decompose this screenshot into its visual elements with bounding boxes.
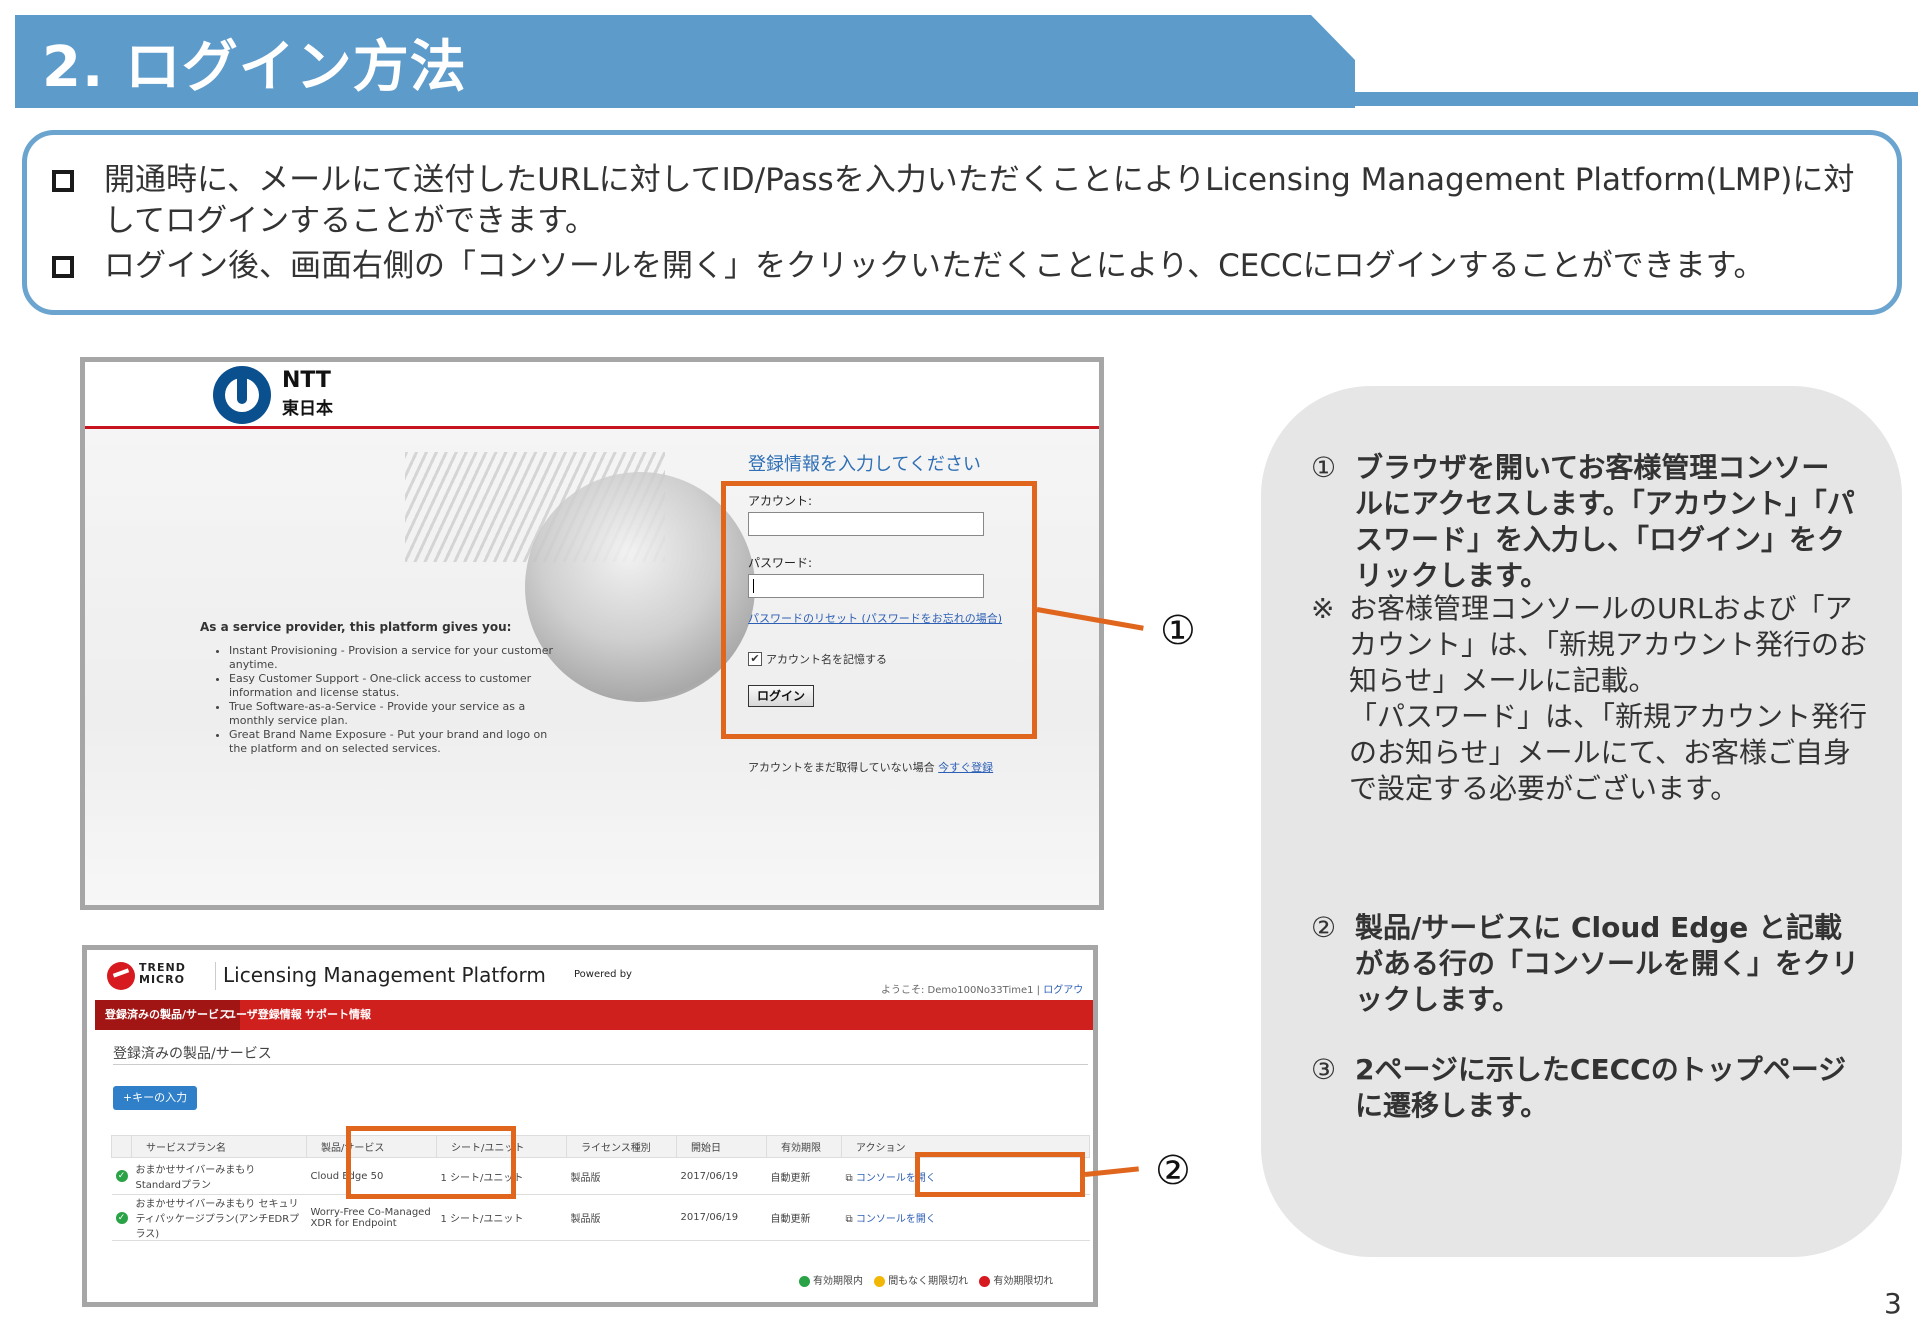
step-3: ③ 2ページに示したCECCのトップページに遷移します。: [1311, 1052, 1866, 1124]
status-cell: ✓: [111, 1194, 132, 1241]
legend-label: 有効期限切れ: [993, 1276, 1054, 1287]
expiry-cell: 自動更新: [766, 1157, 842, 1195]
trend-micro-wordmark: TREND MICRO: [139, 961, 186, 986]
section-divider: [113, 1064, 1088, 1065]
callout-number-1: ①: [1160, 608, 1196, 654]
note-text-2: 「パスワード」は、「新規アカウント発行のお知らせ」メールにて、お客様ご自身で設定…: [1349, 700, 1868, 805]
intro-bullet-text: 開通時に、メールにて送付したURLに対してID/Passを入力いただくことにより…: [104, 162, 1855, 239]
trend-micro-logo-icon: [107, 962, 135, 990]
step-number: ②: [1311, 911, 1337, 944]
welcome-text: ようこそ: Demo100No33Time1 |: [881, 985, 1041, 996]
expired-status-icon: [979, 1275, 991, 1287]
step-text: 2ページに示したCECCのトップページに遷移します。: [1355, 1053, 1847, 1122]
ntt-logo-text: NTT: [282, 368, 331, 393]
enter-key-button[interactable]: +キーの入力: [113, 1086, 197, 1110]
no-account-text: アカウントをまだ取得していない場合 今すぐ登録: [748, 759, 993, 775]
intro-bullet-2: ログイン後、画面右側の「コンソールを開く」をクリックいただくことにより、CECC…: [52, 246, 1882, 287]
intro-bullet-text: ログイン後、画面右側の「コンソールを開く」をクリックいただくことにより、CECC…: [104, 248, 1765, 284]
ntt-logo-icon: [213, 366, 271, 424]
section-title: 登録済みの製品/サービス: [113, 1046, 272, 1062]
intro-bullet-1: 開通時に、メールにて送付したURLに対してID/Passを入力いただくことにより…: [52, 160, 1882, 242]
action-cell: ⧉ コンソールを開く: [841, 1194, 1090, 1241]
column-header[interactable]: ライセンス種別: [566, 1135, 677, 1158]
external-link-icon: ⧉: [845, 1172, 856, 1184]
step-text: 製品/サービスに Cloud Edge と記載がある行の「コンソールを開く」をク…: [1355, 911, 1860, 1016]
column-header[interactable]: サービスプラン名: [131, 1135, 307, 1158]
product-column-highlight: [346, 1126, 516, 1199]
status-cell: ✓: [111, 1157, 132, 1195]
external-link-icon: ⧉: [845, 1214, 856, 1225]
step-1: ① ブラウザを開いてお客様管理コンソールにアクセスします。「アカウント」「パスワ…: [1311, 450, 1856, 594]
column-header[interactable]: 開始日: [676, 1135, 767, 1158]
powered-by-label: Powered by: [574, 969, 632, 980]
note-mark: ※: [1311, 592, 1335, 625]
provider-point: Great Brand Name Exposure - Put your bra…: [229, 728, 557, 756]
product-cell: Worry-Free Co-Managed XDR for Endpoint: [306, 1194, 437, 1241]
tab-support[interactable]: サポート情報: [295, 1000, 381, 1030]
callout-number-2: ②: [1155, 1148, 1191, 1194]
login-heading: 登録情報を入力してください: [748, 454, 981, 475]
provider-list: Instant Provisioning - Provision a servi…: [217, 644, 557, 756]
license-cell: 製品版: [566, 1157, 677, 1195]
open-console-highlight: [915, 1152, 1085, 1197]
start-cell: 2017/06/19: [676, 1194, 767, 1241]
lmp-title: Licensing Management Platform: [223, 963, 546, 987]
legend-label: 有効期限内: [813, 1276, 863, 1287]
status-column-header: [111, 1135, 132, 1158]
provider-point: Easy Customer Support - One-click access…: [229, 672, 557, 700]
status-legend: 有効期限内 間もなく期限切れ 有効期限切れ: [791, 1272, 1053, 1287]
table-row: ✓ おまかせサイバーみまもり セキュリティパッケージプラン(アンチEDRプラス)…: [111, 1194, 1090, 1241]
square-bullet-icon: [52, 256, 74, 278]
plan-cell: おまかせサイバーみまもり Standardプラン: [131, 1157, 307, 1195]
logo-divider: [215, 962, 216, 990]
legend-label: 間もなく期限切れ: [888, 1276, 969, 1287]
square-bullet-icon: [52, 170, 74, 192]
valid-status-icon: [799, 1275, 810, 1287]
step-number: ①: [1311, 451, 1337, 484]
step-2: ② 製品/サービスに Cloud Edge と記載がある行の「コンソールを開く」…: [1311, 910, 1866, 1018]
start-cell: 2017/06/19: [676, 1157, 767, 1195]
ntt-logo-subtext: 東日本: [282, 399, 333, 419]
login-form-highlight: [721, 481, 1037, 739]
check-status-icon: ✓: [115, 1211, 128, 1224]
expiry-cell: 自動更新: [766, 1194, 842, 1241]
note: ※ お客様管理コンソールのURLおよび「アカウント」は、「新規アカウント発行のお…: [1311, 591, 1871, 807]
nav-tabbar: 登録済みの製品/サービス ユーザ登録情報 サポート情報: [95, 1000, 1093, 1030]
license-cell: 製品版: [566, 1194, 677, 1241]
note-text-1: お客様管理コンソールのURLおよび「アカウント」は、「新規アカウント発行のお知ら…: [1349, 592, 1868, 697]
warning-status-icon: [874, 1275, 886, 1287]
seats-cell: 1 シート/ユニット: [436, 1194, 567, 1241]
plan-cell: おまかせサイバーみまもり セキュリティパッケージプラン(アンチEDRプラス): [131, 1194, 307, 1241]
register-link[interactable]: 今すぐ登録: [938, 761, 993, 774]
provider-title: As a service provider, this platform giv…: [200, 620, 512, 634]
provider-point: Instant Provisioning - Provision a servi…: [229, 644, 557, 672]
page-number: 3: [1884, 1287, 1902, 1320]
page-title: 2. ログイン方法: [42, 35, 467, 100]
check-status-icon: ✓: [115, 1170, 128, 1182]
open-console-link[interactable]: コンソールを開く: [856, 1214, 936, 1225]
column-header[interactable]: 有効期限: [766, 1135, 842, 1158]
step-text: ブラウザを開いてお客様管理コンソールにアクセスします。「アカウント」「パスワード…: [1355, 451, 1855, 592]
provider-point: True Software-as-a-Service - Provide you…: [229, 700, 557, 728]
no-account-label: アカウントをまだ取得していない場合: [748, 761, 935, 774]
step-number: ③: [1311, 1053, 1337, 1086]
lmp-screenshot: TREND MICRO Licensing Management Platfor…: [82, 945, 1098, 1307]
